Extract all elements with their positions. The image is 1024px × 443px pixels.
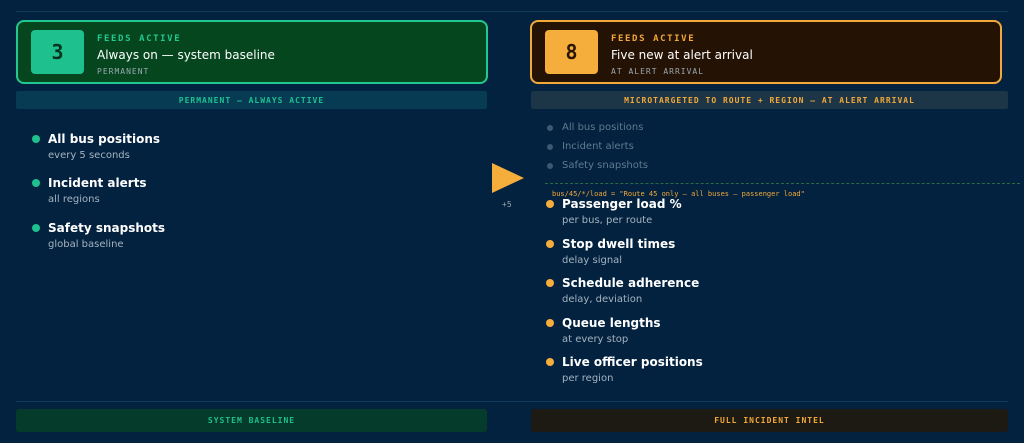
feed-desc: delay signal [562,255,623,266]
bullet-dot-icon [547,163,553,169]
feed-label: Stop dwell times [562,237,676,251]
feed-label: Queue lengths [562,316,661,330]
alert-headline: Five new at alert arrival [611,48,753,62]
feed-label: All bus positions [48,132,161,146]
alert-feed-count: 8 [545,30,598,74]
bullet-dot-icon [32,135,40,143]
baseline-subtitle: PERMANENT [97,67,150,76]
bullet-dot-icon [546,319,554,327]
baseline-feed-count: 3 [31,30,84,74]
bullet-dot-icon [32,224,40,232]
feed-desc: per bus, per route [562,215,653,226]
bullet-dot-icon [546,240,554,248]
full-incident-intel-footer: FULL INCIDENT INTEL [531,409,1008,432]
list-item: Incident alerts all regions [48,176,147,205]
feed-desc: every 5 seconds [48,150,130,161]
top-divider [16,11,1008,12]
delta-label: +5 [502,200,512,209]
inherited-feed: Safety snapshots [562,160,648,171]
list-item: Safety snapshots global baseline [48,221,165,250]
microtargeted-band: MICROTARGETED TO ROUTE + REGION — AT ALE… [531,91,1008,109]
feed-desc: all regions [48,194,100,205]
feed-label: Live officer positions [562,355,703,369]
alert-kicker: FEEDS ACTIVE [611,34,696,44]
bullet-dot-icon [546,358,554,366]
feed-label: Safety snapshots [48,221,166,235]
inherited-feed: All bus positions [562,122,644,133]
feed-desc: delay, deviation [562,294,643,305]
alert-subtitle: AT ALERT ARRIVAL [611,67,705,76]
permanent-band: PERMANENT — ALWAYS ACTIVE [16,91,487,109]
list-item: Queue lengths at every stop [562,316,661,345]
list-item: All bus positions every 5 seconds [48,132,160,161]
baseline-kicker: FEEDS ACTIVE [97,34,182,44]
feed-desc: per region [562,373,614,384]
system-baseline-footer: SYSTEM BASELINE [16,409,487,432]
feed-desc: at every stop [562,334,629,345]
alert-feeds-card: 8 FEEDS ACTIVE Five new at alert arrival… [530,20,1002,84]
bullet-dot-icon [547,144,553,150]
feed-label: Schedule adherence [562,276,700,290]
feed-label: Incident alerts [48,176,147,190]
bullet-dot-icon [546,279,554,287]
baseline-headline: Always on — system baseline [97,48,275,62]
bullet-dot-icon [547,125,553,131]
list-item: Live officer positions per region [562,355,703,384]
feed-desc: global baseline [48,239,124,250]
list-item: Schedule adherence delay, deviation [562,276,699,305]
bottom-divider [16,401,1008,402]
feed-label: Passenger load % [562,197,682,211]
transition-arrow-icon [492,163,524,193]
list-item: Passenger load % per bus, per route [562,197,682,226]
list-item: Stop dwell times delay signal [562,237,675,266]
bullet-dot-icon [32,179,40,187]
bullet-dot-icon [546,200,554,208]
dashed-divider [545,183,1020,184]
baseline-feeds-card: 3 FEEDS ACTIVE Always on — system baseli… [16,20,488,84]
inherited-feed: Incident alerts [562,141,634,152]
